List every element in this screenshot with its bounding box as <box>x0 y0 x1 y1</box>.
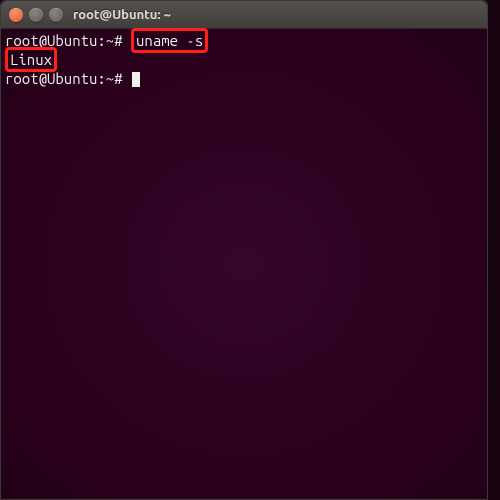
terminal-line-1: root@Ubuntu:~# uname -s <box>5 31 483 50</box>
terminal-line-3: root@Ubuntu:~# <box>5 69 483 88</box>
minimize-icon[interactable] <box>29 8 43 22</box>
terminal-body[interactable]: root@Ubuntu:~# uname -s Linux root@Ubunt… <box>1 29 487 499</box>
background-edge <box>488 0 500 500</box>
terminal-line-2: Linux <box>5 50 483 69</box>
close-icon[interactable] <box>9 8 23 22</box>
prompt: root@Ubuntu:~# <box>5 70 123 87</box>
maximize-icon[interactable] <box>49 8 63 22</box>
command-output: Linux <box>10 51 52 68</box>
titlebar[interactable]: root@Ubuntu: ~ <box>1 1 487 29</box>
command-highlight-box: uname -s <box>131 28 208 53</box>
cursor-icon <box>132 72 140 87</box>
window-title: root@Ubuntu: ~ <box>73 8 171 22</box>
terminal-window: root@Ubuntu: ~ root@Ubuntu:~# uname -s L… <box>0 0 488 500</box>
window-controls <box>9 8 63 22</box>
typed-command: uname -s <box>136 32 203 49</box>
